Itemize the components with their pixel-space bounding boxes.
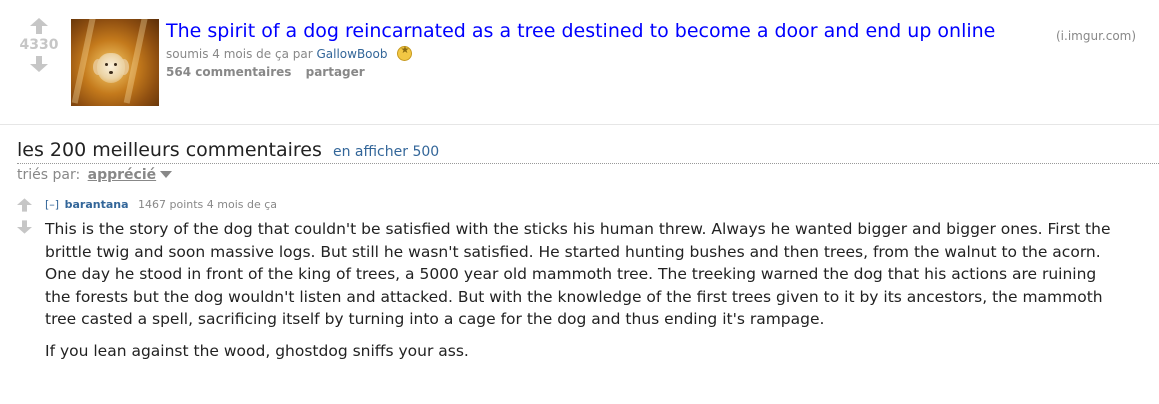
sort-menu: triés par: apprécié xyxy=(17,167,173,183)
sort-dropdown-selected[interactable]: apprécié xyxy=(88,167,156,183)
comment-body: This is the story of the dog that couldn… xyxy=(45,218,1115,371)
tagline-prefix: soumis 4 mois de ça par xyxy=(166,47,317,61)
upvote-arrow-icon[interactable] xyxy=(30,18,48,34)
thumbnail-dog-eye xyxy=(105,63,108,66)
show-more-comments-link[interactable]: en afficher 500 xyxy=(333,144,439,160)
comment-upvote-arrow-icon[interactable] xyxy=(17,198,32,212)
comment-area-header: les 200 meilleurs commentaires en affich… xyxy=(17,139,439,161)
comment-area-title: les 200 meilleurs commentaires xyxy=(17,139,322,161)
post-author-link[interactable]: GallowBoob xyxy=(316,47,387,61)
post-vote-column: 4330 xyxy=(14,18,64,72)
comment-paragraph: This is the story of the dog that couldn… xyxy=(45,220,1111,328)
downvote-arrow-icon[interactable] xyxy=(30,56,48,72)
post-score: 4330 xyxy=(19,37,59,53)
dropdown-caret-icon[interactable] xyxy=(160,171,173,178)
share-link[interactable]: partager xyxy=(306,65,365,79)
gold-award-icon xyxy=(397,45,413,61)
post-entry: 4330 The spirit of a dog reincarnated as… xyxy=(0,0,1159,120)
post-title-link[interactable]: The spirit of a dog reincarnated as a tr… xyxy=(166,20,995,42)
collapse-toggle[interactable]: [–] xyxy=(45,198,59,211)
post-domain[interactable]: (i.imgur.com) xyxy=(1056,29,1136,43)
comments-link[interactable]: 564 commentaires xyxy=(166,65,291,79)
thumbnail-wood-grain xyxy=(71,19,97,104)
comment-area-rule xyxy=(17,163,1159,164)
thumbnail-dog-nose xyxy=(109,71,113,74)
thumbnail-dog-face xyxy=(97,53,125,83)
comment-points-time: 1467 points 4 mois de ça xyxy=(138,198,278,211)
post-thumbnail[interactable] xyxy=(71,19,159,106)
comment-paragraph: If you lean against the wood, ghostdog s… xyxy=(45,341,469,360)
post-buttons: 564 commentaires partager xyxy=(166,65,375,79)
comment-vote-column xyxy=(17,198,35,242)
comment-author-link[interactable]: barantana xyxy=(65,198,129,211)
post-tagline: soumis 4 mois de ça par GallowBoob xyxy=(166,45,413,61)
thumbnail-dog-eye xyxy=(114,63,117,66)
section-divider xyxy=(0,124,1159,125)
sort-label: triés par: xyxy=(17,167,81,183)
comment-downvote-arrow-icon[interactable] xyxy=(17,220,32,234)
comment-meta: [–] barantana 1467 points 4 mois de ça xyxy=(45,198,277,211)
